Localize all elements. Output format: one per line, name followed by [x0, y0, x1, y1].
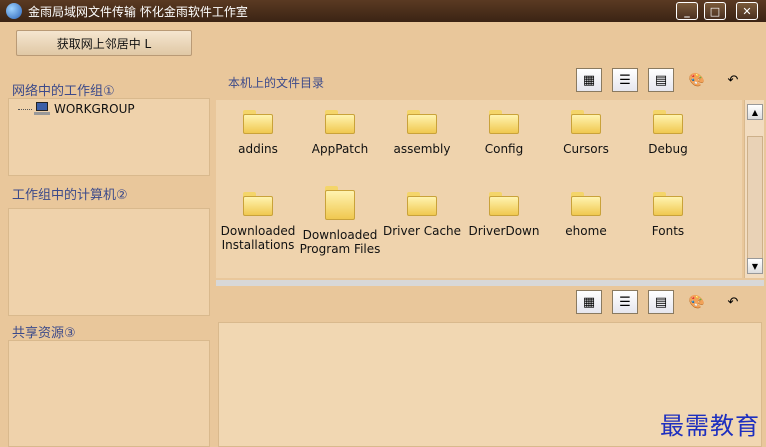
app-icon: [6, 3, 22, 19]
file-item[interactable]: Downloaded Installations: [216, 192, 300, 252]
file-item[interactable]: Debug: [626, 110, 710, 156]
folder-icon: [571, 192, 601, 216]
shared-panel[interactable]: [8, 340, 210, 447]
folder-icon: [571, 110, 601, 134]
files-header: 本机上的文件目录: [228, 76, 325, 90]
workgroup-tree-item[interactable]: WORKGROUP: [18, 102, 135, 116]
computers-panel[interactable]: [8, 208, 210, 316]
file-label: Downloaded Program Files: [299, 228, 381, 256]
scroll-down-icon[interactable]: ▼: [747, 258, 763, 274]
file-label: AppPatch: [311, 142, 369, 156]
file-label: Fonts: [651, 224, 685, 238]
pane-splitter[interactable]: [216, 280, 764, 286]
file-label: ehome: [565, 224, 607, 238]
file-item[interactable]: Cursors: [544, 110, 628, 156]
file-label: addins: [238, 142, 278, 156]
folder-icon: [489, 110, 519, 134]
folder-icon: [407, 110, 437, 134]
folder-icon: [653, 110, 683, 134]
folder-icon: [653, 192, 683, 216]
file-label: Driver Cache: [382, 224, 462, 238]
file-list-scrollbar[interactable]: ▲ ▼: [744, 100, 764, 278]
file-list[interactable]: addins AppPatch assembly Config Cursors …: [216, 100, 742, 278]
file-label: DriverDown: [468, 224, 540, 238]
top-toolbar: ▦ ☰ ▤ 🎨 ↶: [576, 68, 746, 92]
file-label: assembly: [393, 142, 451, 156]
folder-icon: [325, 186, 355, 220]
file-item[interactable]: AppPatch: [298, 110, 382, 156]
file-label: Downloaded Installations: [220, 224, 296, 252]
large-icons-view-icon[interactable]: ▦: [576, 290, 602, 314]
list-view-icon[interactable]: ☰: [612, 68, 638, 92]
scroll-thumb[interactable]: [747, 136, 763, 266]
file-item[interactable]: Fonts: [626, 192, 710, 238]
up-folder-icon[interactable]: ↶: [720, 68, 746, 92]
watermark: 最需教育: [660, 412, 760, 440]
get-neighbors-button[interactable]: 获取网上邻居中 L: [16, 30, 192, 56]
minimize-button[interactable]: _: [676, 2, 698, 20]
file-item[interactable]: addins: [216, 110, 300, 156]
up-folder-icon[interactable]: ↶: [720, 290, 746, 314]
folder-icon: [243, 110, 273, 134]
file-item[interactable]: Config: [462, 110, 546, 156]
file-label: Cursors: [563, 142, 609, 156]
maximize-button[interactable]: □: [704, 2, 726, 20]
palette-icon[interactable]: 🎨: [684, 290, 710, 314]
window-title: 金雨局域网文件传输 怀化金雨软件工作室: [28, 4, 248, 19]
large-icons-view-icon[interactable]: ▦: [576, 68, 602, 92]
file-item[interactable]: DriverDown: [462, 192, 546, 238]
file-item[interactable]: assembly: [380, 110, 464, 156]
folder-icon: [407, 192, 437, 216]
scroll-up-icon[interactable]: ▲: [747, 104, 763, 120]
list-view-icon[interactable]: ☰: [612, 290, 638, 314]
folder-icon: [325, 110, 355, 134]
bottom-toolbar: ▦ ☰ ▤ 🎨 ↶: [576, 290, 746, 314]
shared-label: 共享资源③: [12, 326, 76, 341]
file-item[interactable]: Driver Cache: [380, 192, 464, 238]
details-view-icon[interactable]: ▤: [648, 290, 674, 314]
workgroups-label: 网络中的工作组①: [12, 84, 115, 99]
close-button[interactable]: ✕: [736, 2, 758, 20]
folder-icon: [243, 192, 273, 216]
network-computer-icon: [34, 102, 50, 116]
title-bar: 金雨局域网文件传输 怀化金雨软件工作室 _ □ ✕: [0, 0, 766, 22]
folder-icon: [489, 192, 519, 216]
file-item[interactable]: Downloaded Program Files: [298, 186, 382, 256]
computers-label: 工作组中的计算机②: [12, 188, 128, 203]
file-item[interactable]: ehome: [544, 192, 628, 238]
palette-icon[interactable]: 🎨: [684, 68, 710, 92]
file-label: Config: [484, 142, 524, 156]
workgroup-label: WORKGROUP: [54, 102, 135, 116]
details-view-icon[interactable]: ▤: [648, 68, 674, 92]
tree-line: [18, 108, 32, 110]
file-label: Debug: [648, 142, 688, 156]
